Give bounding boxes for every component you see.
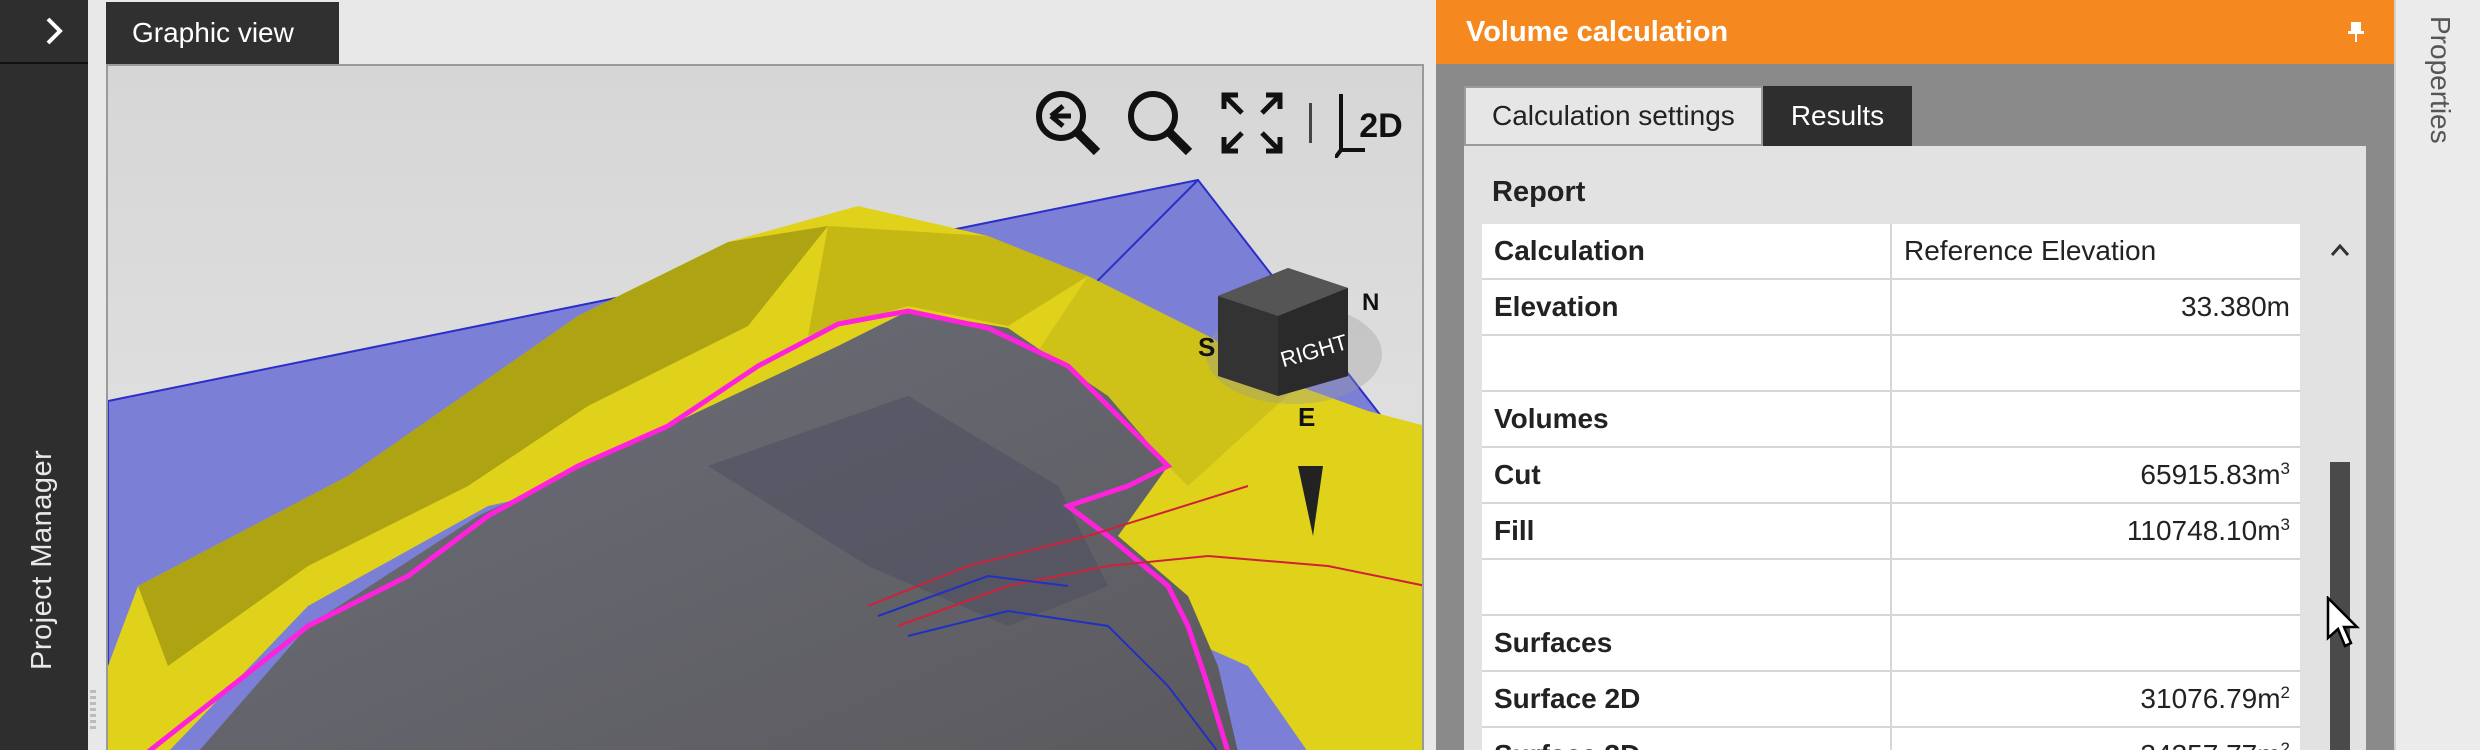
graphic-view-canvas[interactable]: RIGHT S E N 2D [106, 64, 1424, 750]
unit-exponent: 3 [2280, 459, 2290, 478]
volume-calculation-panel: Volume calculation Calculation settings … [1436, 0, 2394, 750]
magnifier-icon [1128, 91, 1193, 156]
tab-calculation-settings[interactable]: Calculation settings [1464, 86, 1763, 146]
table-row: Surface 3D 34357.77m2 [1482, 728, 2300, 750]
report-title: Report [1492, 176, 1586, 208]
table-row: Surfaces [1482, 616, 2300, 672]
project-manager-sidebar: Project Manager [0, 0, 88, 750]
zoom-button[interactable] [1125, 88, 1195, 158]
view-toolbar: 2D [1033, 88, 1404, 158]
panel-tabs: Calculation settings Results [1464, 86, 1913, 146]
row-label: Cut [1482, 448, 1892, 502]
row-label: Elevation [1482, 280, 1892, 334]
row-value [1892, 560, 2300, 614]
row-value [1892, 336, 2300, 390]
table-row: Elevation 33.380m [1482, 280, 2300, 336]
row-label: Surfaces [1482, 616, 1892, 670]
value-text: 34357.77m [2140, 739, 2280, 750]
toggle-2d-button[interactable]: 2D [1334, 88, 1404, 158]
row-label [1482, 336, 1892, 390]
report-scrollbar[interactable] [2326, 236, 2354, 750]
table-row: Fill 110748.10m 3 [1482, 504, 2300, 560]
table-row [1482, 560, 2300, 616]
row-value: Reference Elevation [1904, 235, 2157, 266]
zoom-extents-button[interactable] [1217, 88, 1287, 158]
properties-label[interactable]: Properties [2424, 16, 2456, 144]
row-label: Volumes [1482, 392, 1892, 446]
table-row: Cut 65915.83m 3 [1482, 448, 2300, 504]
unit-exponent: 3 [2280, 515, 2290, 534]
expand-sidebar-button[interactable] [0, 0, 88, 64]
value-text: 65915.83m [2140, 459, 2281, 490]
project-manager-label[interactable]: Project Manager [26, 450, 59, 670]
value-text: 31076.79m [2140, 683, 2281, 714]
toolbar-separator [1309, 103, 1312, 143]
toggle-2d-label: 2D [1359, 107, 1403, 145]
mouse-cursor-icon [2326, 596, 2360, 648]
compass-east: E [1298, 402, 1315, 426]
table-row: Volumes [1482, 392, 2300, 448]
zoom-previous-button[interactable] [1033, 88, 1103, 158]
unit-exponent: 2 [2280, 739, 2290, 750]
compass-south: S [1198, 332, 1215, 362]
row-value: 65915.83m 3 [1892, 448, 2300, 502]
row-label [1482, 560, 1892, 614]
table-row: Calculation Reference Elevation [1482, 224, 2300, 280]
table-row: Surface 2D 31076.79m 2 [1482, 672, 2300, 728]
row-label: Surface 2D [1482, 672, 1892, 726]
row-value: 33.380m [2181, 291, 2290, 322]
tab-results[interactable]: Results [1762, 86, 1913, 146]
compass-north: N [1362, 289, 1379, 316]
row-label: Calculation [1482, 224, 1892, 278]
row-value [1892, 616, 2300, 670]
view-cube[interactable]: RIGHT S E N [1198, 226, 1398, 426]
panel-title: Volume calculation [1466, 15, 1729, 48]
chevron-up-icon [2330, 243, 2350, 256]
row-value: 34357.77m2 [1892, 728, 2300, 750]
pin-icon[interactable] [2346, 21, 2366, 43]
row-value [1892, 392, 2300, 446]
report-table: Calculation Reference Elevation Elevatio… [1482, 224, 2300, 750]
unit-exponent: 2 [2280, 683, 2290, 702]
row-label: Surface 3D [1482, 728, 1892, 750]
scroll-up-button[interactable] [2328, 236, 2352, 264]
table-row [1482, 336, 2300, 392]
row-value: 31076.79m 2 [1892, 672, 2300, 726]
panel-header: Volume calculation [1436, 0, 2394, 64]
zoom-back-icon [1036, 91, 1101, 156]
expand-arrows-icon [1221, 92, 1283, 154]
properties-sidebar: Properties [2394, 0, 2480, 750]
tab-graphic-view[interactable]: Graphic view [106, 2, 339, 64]
results-content: Report Calculation Reference Elevation E… [1464, 146, 2366, 750]
chevron-right-icon [46, 17, 63, 45]
row-label: Fill [1482, 504, 1892, 558]
row-value: 110748.10m 3 [1892, 504, 2300, 558]
value-text: 110748.10m [2126, 515, 2281, 546]
resize-grip[interactable] [90, 690, 96, 730]
